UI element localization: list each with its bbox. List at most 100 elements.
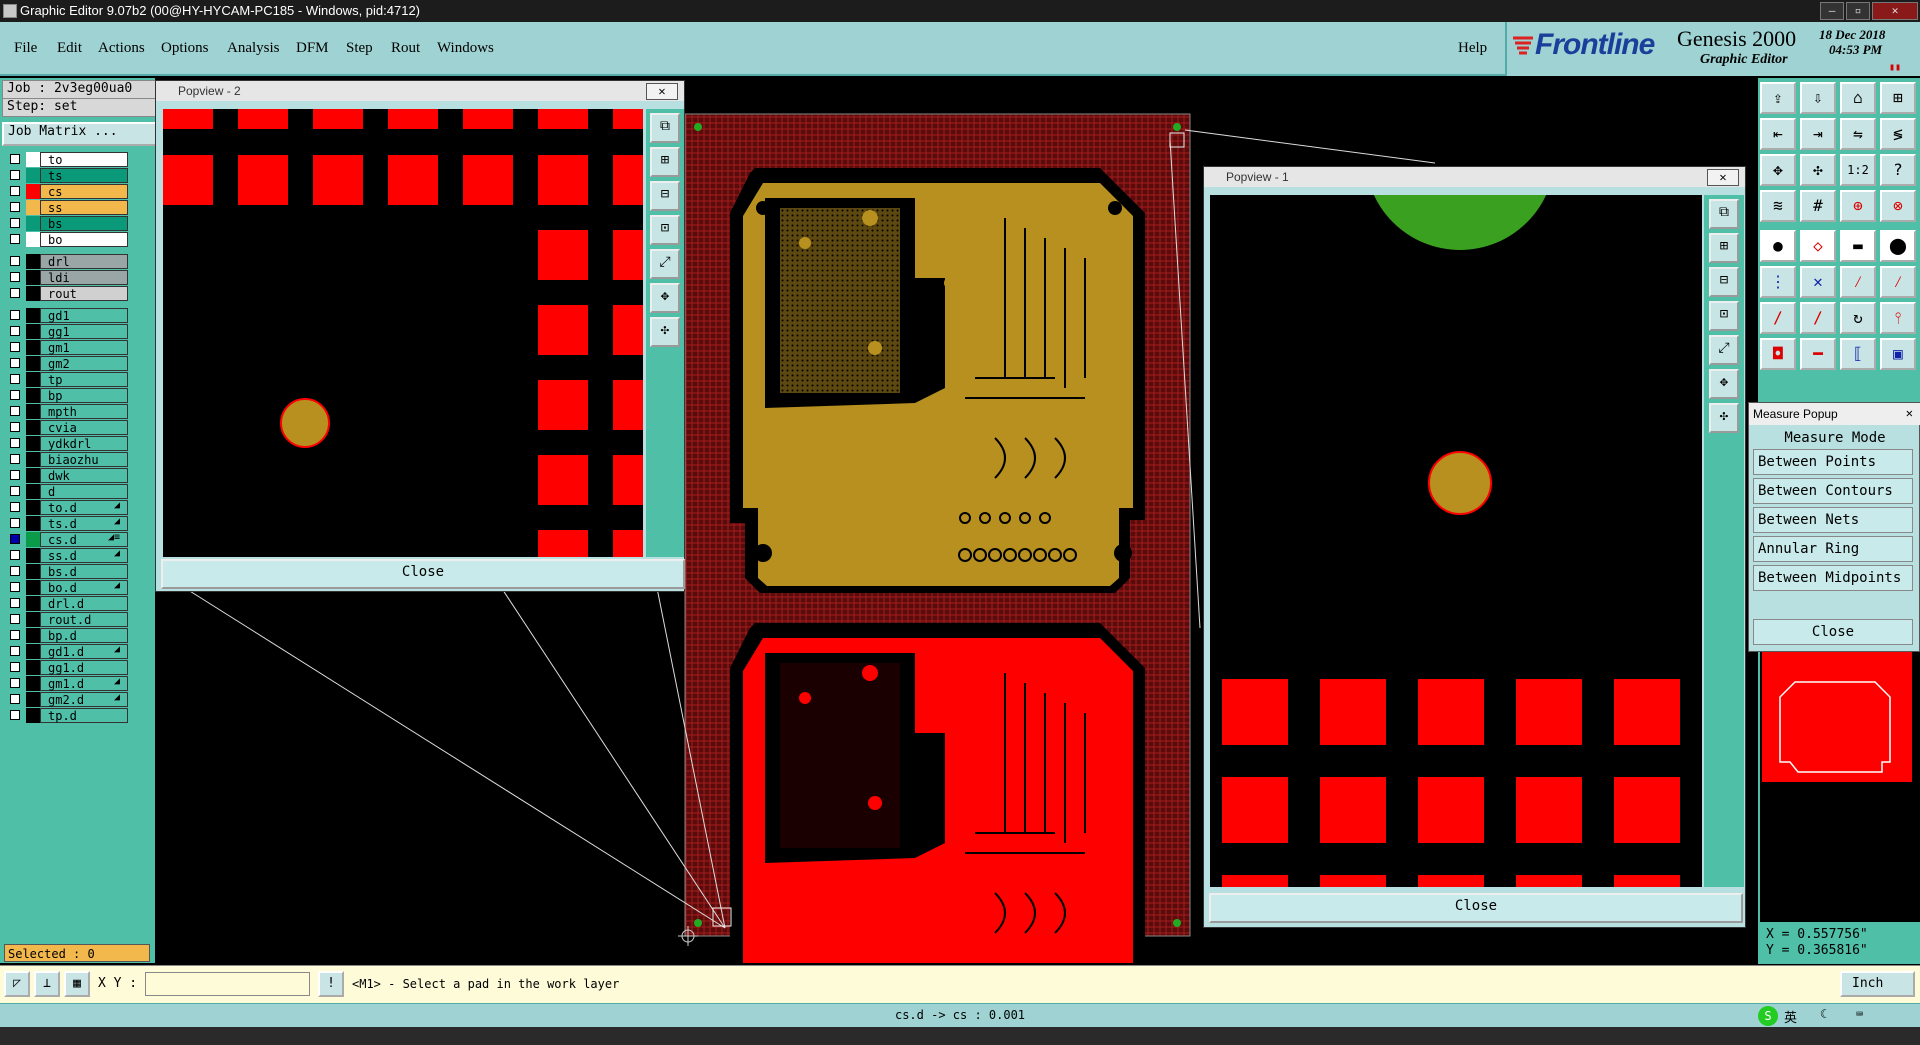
help-icon[interactable]: ? [1880, 154, 1916, 186]
popview-2-close-button[interactable]: Close [161, 559, 685, 589]
layer-checkbox[interactable] [10, 272, 20, 282]
maximize-button[interactable]: ▫ [1846, 2, 1870, 20]
close-window-button[interactable]: ✕ [1872, 2, 1918, 20]
layer-row[interactable]: ldi [6, 270, 128, 285]
shape-icon[interactable]: ◇ [1800, 230, 1836, 262]
fit-icon[interactable]: ✥ [1760, 154, 1796, 186]
layer-checkbox[interactable] [10, 186, 20, 196]
split-view-icon[interactable]: ⊞ [1880, 82, 1916, 114]
layer-color-swatch[interactable] [26, 340, 40, 355]
center-view-icon[interactable]: ✣ [1709, 403, 1739, 433]
measure-between-midpoints[interactable]: Between Midpoints [1753, 565, 1913, 591]
layer-color-swatch[interactable] [26, 580, 40, 595]
menu-edit[interactable]: Edit [57, 40, 82, 57]
layer-checkbox[interactable] [10, 218, 20, 228]
layer-color-swatch[interactable] [26, 232, 40, 247]
layer-row[interactable]: bs.d [6, 564, 128, 579]
center-icon[interactable]: ✣ [1800, 154, 1836, 186]
layer-color-swatch[interactable] [26, 564, 40, 579]
job-matrix-button[interactable]: Job Matrix ... [2, 122, 160, 146]
circle-icon[interactable]: ⬤ [1880, 230, 1916, 262]
save-icon[interactable]: ⇩ [1800, 82, 1836, 114]
xy-input[interactable] [145, 972, 310, 996]
home-view-icon[interactable]: ✥ [1709, 369, 1739, 399]
menu-options[interactable]: Options [161, 40, 209, 57]
snap-icon[interactable]: ≶ [1880, 118, 1916, 150]
layer-color-swatch[interactable] [26, 254, 40, 269]
layer-checkbox[interactable] [10, 438, 20, 448]
layer-name[interactable]: gd1 [40, 308, 128, 323]
layer-checkbox[interactable] [10, 614, 20, 624]
pad-shape-icon[interactable]: ◘ [1760, 338, 1796, 370]
layer-row[interactable]: gm2 [6, 356, 128, 371]
zoom-fit-icon[interactable]: ⧉ [1709, 199, 1739, 229]
layer-checkbox[interactable] [10, 550, 20, 560]
layer-row[interactable]: d [6, 484, 128, 499]
layer-color-swatch[interactable] [26, 500, 40, 515]
units-selector[interactable]: Inch [1840, 971, 1915, 997]
menu-windows[interactable]: Windows [437, 40, 494, 57]
layer-row[interactable]: rout.d [6, 612, 128, 627]
open-icon[interactable]: ⇪ [1760, 82, 1796, 114]
bracket-icon[interactable]: ⟦ [1840, 338, 1876, 370]
grid-tool-icon[interactable]: ▦ [64, 971, 90, 997]
layer-name[interactable]: bp.d [40, 628, 128, 643]
layer-row[interactable]: bs [6, 216, 128, 231]
layer-color-swatch[interactable] [26, 484, 40, 499]
node2-icon[interactable]: ⁄ [1880, 266, 1916, 298]
layer-checkbox[interactable] [10, 170, 20, 180]
tray-keyboard-icon[interactable]: ⌨ [1856, 1007, 1863, 1021]
zoom-in-icon[interactable]: ⊞ [650, 147, 680, 177]
layer-name[interactable]: dwk [40, 468, 128, 483]
popview-2-canvas[interactable] [163, 109, 643, 557]
layer-color-swatch[interactable] [26, 660, 40, 675]
zoom-in-icon[interactable]: ⊞ [1709, 233, 1739, 263]
layer-color-swatch[interactable] [26, 200, 40, 215]
layer-color-swatch[interactable] [26, 676, 40, 691]
measure-between-points[interactable]: Between Points [1753, 449, 1913, 475]
layer-color-swatch[interactable] [26, 692, 40, 707]
layer-color-swatch[interactable] [26, 184, 40, 199]
menu-step[interactable]: Step [346, 40, 373, 57]
layer-color-swatch[interactable] [26, 420, 40, 435]
layer-row[interactable]: gm2.d ◢ [6, 692, 128, 707]
tray-moon-icon[interactable]: ☾ [1820, 1007, 1827, 1021]
layers-icon[interactable]: ≋ [1760, 190, 1796, 222]
layer-name[interactable]: ydkdrl [40, 436, 128, 451]
layer-name[interactable]: to [40, 152, 128, 167]
layer-checkbox[interactable] [10, 358, 20, 368]
layer-checkbox[interactable] [10, 374, 20, 384]
menu-analysis[interactable]: Analysis [227, 40, 280, 57]
line-icon[interactable]: ▬ [1840, 230, 1876, 262]
layer-checkbox[interactable] [10, 342, 20, 352]
layer-row[interactable]: bo [6, 232, 128, 247]
layer-name[interactable]: d [40, 484, 128, 499]
layer-checkbox[interactable] [10, 518, 20, 528]
layer-row[interactable]: gm1.d ◢ [6, 676, 128, 691]
measure-icon[interactable]: ⊕ [1840, 190, 1876, 222]
info-icon[interactable]: ! [318, 971, 344, 997]
layer-row[interactable]: tp.d [6, 708, 128, 723]
home-icon[interactable]: ⌂ [1840, 82, 1876, 114]
node-icon[interactable]: ⁄ [1840, 266, 1876, 298]
layer-checkbox[interactable] [10, 534, 20, 544]
layer-checkbox[interactable] [10, 256, 20, 266]
layer-checkbox[interactable] [10, 598, 20, 608]
layer-row[interactable]: gm1 [6, 340, 128, 355]
layer-color-swatch[interactable] [26, 548, 40, 563]
popview-1-canvas[interactable] [1210, 195, 1702, 887]
minus-icon[interactable]: ━ [1800, 338, 1836, 370]
layer-checkbox[interactable] [10, 710, 20, 720]
layer-color-swatch[interactable] [26, 612, 40, 627]
layer-row[interactable]: dwk [6, 468, 128, 483]
mirror-icon[interactable]: ⇋ [1840, 118, 1876, 150]
layer-color-swatch[interactable] [26, 644, 40, 659]
pad-add-icon[interactable]: ● [1760, 230, 1796, 262]
menu-actions[interactable]: Actions [98, 40, 145, 57]
layer-row[interactable]: bo.d ◢ [6, 580, 128, 595]
layer-row[interactable]: ts [6, 168, 128, 183]
layer-checkbox[interactable] [10, 486, 20, 496]
home-view-icon[interactable]: ✥ [650, 283, 680, 313]
popview-1-close-icon[interactable]: ✕ [1707, 169, 1739, 186]
layer-name[interactable]: gm2 [40, 356, 128, 371]
